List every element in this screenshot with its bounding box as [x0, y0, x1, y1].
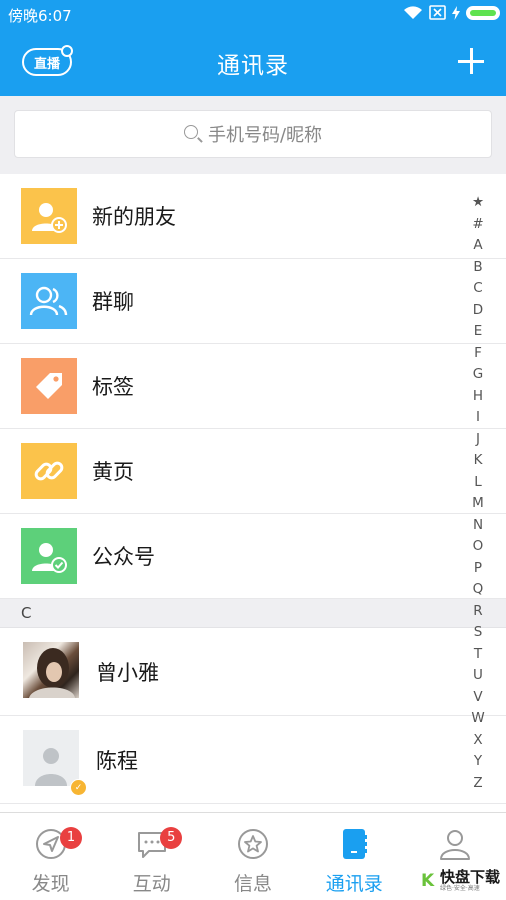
- watermark-slogan: 绿色·安全·高速: [439, 885, 480, 892]
- function-item-label: 新的朋友: [92, 205, 176, 229]
- tab-info[interactable]: 信息: [202, 813, 303, 900]
- status-time: 傍晚6:07: [8, 7, 72, 25]
- charging-icon: [452, 5, 460, 20]
- index-letter[interactable]: C: [473, 278, 482, 300]
- sim-card-icon: [429, 5, 446, 20]
- avatar: [23, 642, 79, 698]
- star-circle-icon: [236, 827, 270, 861]
- tab-badge: 1: [60, 827, 82, 849]
- page-title: 通讯录: [217, 53, 289, 79]
- avatar: [23, 730, 79, 786]
- tab-label: 互动: [132, 873, 171, 895]
- index-letter[interactable]: T: [474, 644, 482, 666]
- index-letter[interactable]: L: [474, 472, 482, 494]
- index-letter[interactable]: M: [472, 493, 484, 515]
- link-icon: [21, 443, 77, 499]
- index-letter[interactable]: A: [473, 235, 482, 257]
- index-letter[interactable]: U: [473, 665, 483, 687]
- tab-interaction[interactable]: 5 互动: [101, 813, 202, 900]
- function-item-label: 黄页: [92, 460, 134, 484]
- contacts-list: 新的朋友 群聊 标签 黄页 公众号 C 曾小雅 ✓ 陈程: [0, 174, 506, 804]
- wifi-icon: [403, 5, 423, 20]
- index-letter[interactable]: N: [473, 515, 483, 537]
- contact-row[interactable]: ✓ 陈程: [0, 716, 506, 804]
- index-letter[interactable]: G: [473, 364, 483, 386]
- function-item-group-chat[interactable]: 群聊: [0, 259, 506, 344]
- status-icons: [403, 5, 500, 20]
- group-chat-icon: [21, 273, 77, 329]
- index-letter[interactable]: I: [476, 407, 480, 429]
- index-letter[interactable]: F: [474, 343, 482, 365]
- watermark-logo-icon: K: [420, 871, 435, 891]
- search-placeholder: 手机号码/昵称: [207, 125, 323, 146]
- tag-icon: [21, 358, 77, 414]
- contact-name: 陈程: [96, 749, 138, 773]
- tab-label: 通讯录: [325, 873, 383, 895]
- index-letter[interactable]: #: [472, 214, 483, 236]
- contact-row[interactable]: 曾小雅: [0, 628, 506, 716]
- watermark-text-block: 快盘下载 绿色·安全·高速: [439, 868, 500, 893]
- function-item-label: 公众号: [92, 545, 155, 569]
- tab-badge: 5: [160, 827, 183, 849]
- tab-label: 发现: [31, 873, 70, 895]
- index-letter[interactable]: J: [476, 429, 480, 451]
- verified-badge: ✓: [70, 779, 87, 796]
- battery-icon: [466, 5, 500, 20]
- search-area: 手机号码/昵称: [0, 96, 506, 174]
- tab-label: 信息: [234, 873, 273, 895]
- app-header: 直播 通讯录: [0, 28, 506, 96]
- index-letter[interactable]: R: [473, 601, 482, 623]
- add-friend-icon: [21, 188, 77, 244]
- function-item-label: 标签: [92, 375, 134, 399]
- tab-discover[interactable]: 1 发现: [0, 813, 101, 900]
- index-letter[interactable]: ★: [472, 192, 484, 214]
- index-letter[interactable]: E: [474, 321, 483, 343]
- index-letter[interactable]: P: [474, 558, 482, 580]
- watermark: K 快盘下载 绿色·安全·高速: [420, 868, 500, 893]
- bottom-tab-bar: 1 发现 5 互动 信息 通讯录 K 快盘下载 绿色·安全·高速: [0, 812, 506, 900]
- index-letter[interactable]: X: [473, 730, 482, 752]
- watermark-brand: 快盘下载: [439, 868, 500, 886]
- index-letter[interactable]: Y: [474, 751, 482, 773]
- index-letter[interactable]: O: [473, 536, 484, 558]
- index-letter[interactable]: B: [473, 257, 482, 279]
- index-letter[interactable]: W: [471, 708, 484, 730]
- contact-name: 曾小雅: [96, 661, 159, 685]
- index-letter[interactable]: Z: [473, 773, 482, 795]
- add-button[interactable]: [458, 48, 484, 74]
- index-letter[interactable]: K: [474, 450, 483, 472]
- index-letter[interactable]: Q: [473, 579, 484, 601]
- index-letter[interactable]: S: [474, 622, 483, 644]
- function-item-yellow-pages[interactable]: 黄页: [0, 429, 506, 514]
- search-icon: [183, 125, 198, 139]
- section-header-c: C: [0, 599, 506, 628]
- search-input[interactable]: 手机号码/昵称: [14, 110, 492, 158]
- official-account-icon: [21, 528, 77, 584]
- index-letter[interactable]: V: [473, 687, 482, 709]
- function-item-label: 群聊: [92, 290, 134, 314]
- contacts-book-icon: [337, 827, 371, 861]
- function-item-new-friends[interactable]: 新的朋友: [0, 174, 506, 259]
- function-item-official-accounts[interactable]: 公众号: [0, 514, 506, 599]
- alphabet-index-bar[interactable]: ★ # A B C D E F G H I J K L M N O P Q R S T U V W X Y Z: [470, 192, 486, 794]
- status-bar: 傍晚6:07: [0, 0, 506, 28]
- profile-icon: [438, 827, 472, 861]
- index-letter[interactable]: D: [473, 300, 483, 322]
- index-letter[interactable]: H: [473, 386, 483, 408]
- tab-contacts[interactable]: 通讯录: [304, 813, 405, 900]
- function-item-tags[interactable]: 标签: [0, 344, 506, 429]
